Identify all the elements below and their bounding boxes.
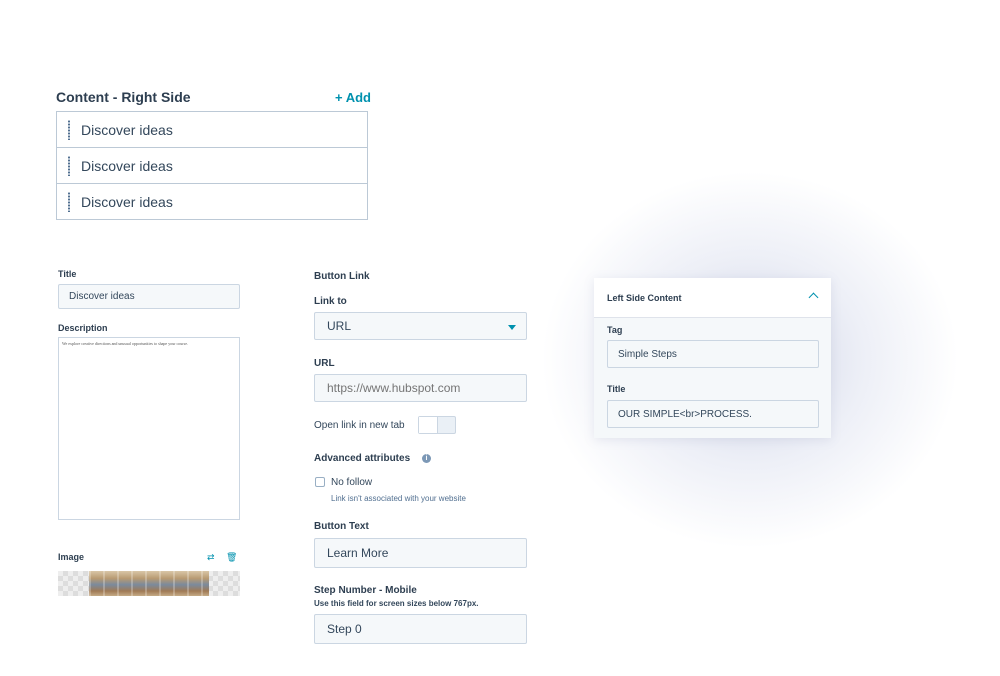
new-tab-label: Open link in new tab — [314, 420, 405, 431]
step-number-label: Step Number - Mobile — [314, 585, 417, 596]
delete-image-icon[interactable]: 🗑 — [226, 553, 237, 562]
chevron-up-icon[interactable] — [808, 292, 819, 303]
list-item[interactable]: Discover ideas — [57, 148, 367, 184]
image-preview[interactable] — [58, 571, 240, 596]
panel-header[interactable]: Left Side Content — [594, 278, 831, 318]
step-number-help: Use this field for screen sizes below 76… — [314, 599, 479, 608]
step-number-input[interactable]: Step 0 — [314, 614, 527, 644]
button-text-label: Button Text — [314, 521, 369, 532]
advanced-attributes-label: Advanced attributes — [314, 453, 411, 464]
link-to-label: Link to — [314, 296, 347, 307]
drag-handle-icon[interactable] — [67, 119, 71, 140]
drag-handle-icon[interactable] — [67, 155, 71, 176]
description-label: Description — [58, 323, 108, 333]
title-input[interactable]: Discover ideas — [58, 284, 240, 309]
no-follow-help: Link isn't associated with your website — [331, 494, 466, 503]
new-tab-toggle[interactable] — [418, 416, 456, 434]
panel-title-label: Title — [607, 384, 626, 394]
no-follow-label: No follow — [331, 477, 373, 488]
description-textarea[interactable]: We explore creative directions and unusu… — [58, 337, 240, 520]
info-icon[interactable]: i — [422, 454, 431, 463]
replace-image-icon[interactable]: ⇄ — [207, 553, 215, 562]
panel-title-input[interactable]: OUR SIMPLE<br>PROCESS. — [607, 400, 819, 428]
drag-handle-icon[interactable] — [67, 192, 71, 212]
tag-input[interactable]: Simple Steps — [607, 340, 819, 368]
left-side-content-panel: Left Side Content Tag Simple Steps Title… — [594, 278, 831, 438]
link-to-select[interactable]: URL — [314, 312, 527, 340]
url-label: URL — [314, 358, 335, 369]
url-input[interactable] — [314, 374, 527, 402]
add-item-button[interactable]: + Add — [335, 90, 371, 105]
content-item-list: Discover ideas Discover ideas Discover i… — [56, 111, 368, 220]
image-photo — [89, 571, 209, 596]
list-item[interactable]: Discover ideas — [57, 184, 367, 220]
content-right-title: Content - Right Side — [56, 89, 191, 105]
list-item-label: Discover ideas — [81, 194, 173, 210]
list-item-label: Discover ideas — [81, 157, 173, 174]
button-text-input[interactable]: Learn More — [314, 538, 527, 568]
image-label: Image — [58, 552, 85, 562]
button-link-label: Button Link — [314, 271, 370, 282]
tag-label: Tag — [607, 325, 623, 335]
title-label: Title — [58, 269, 77, 279]
list-item[interactable]: Discover ideas — [57, 112, 367, 148]
chevron-down-icon — [508, 325, 516, 330]
panel-title: Left Side Content — [607, 293, 682, 303]
toggle-knob — [419, 417, 438, 433]
link-to-value: URL — [327, 319, 352, 333]
list-item-label: Discover ideas — [81, 121, 173, 138]
no-follow-checkbox[interactable] — [315, 477, 325, 487]
